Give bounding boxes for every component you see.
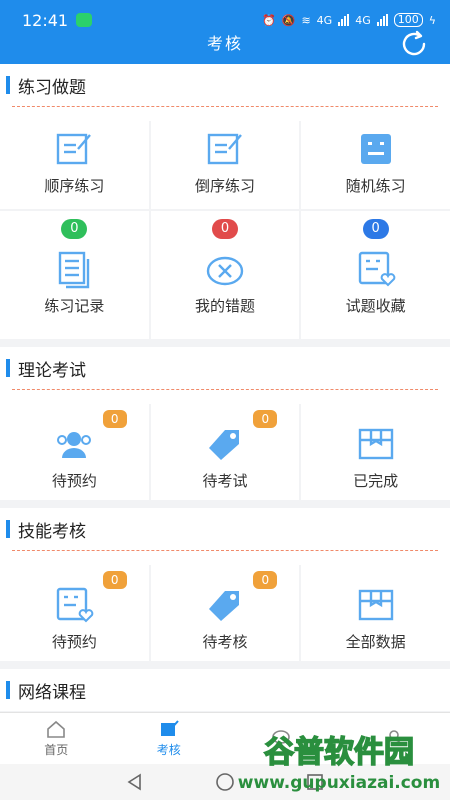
box-icon: [358, 589, 393, 621]
battery-indicator: 100: [393, 13, 423, 27]
cell-label: 练习记录: [44, 297, 105, 315]
theory-pending-exam-button[interactable]: 0 待考试: [150, 404, 300, 500]
section-title: 练习做题: [18, 77, 86, 98]
reverse-practice-button[interactable]: 倒序练习: [150, 121, 300, 209]
cell-label: 随机练习: [345, 177, 406, 195]
signal-icon-b: [376, 14, 388, 26]
theory-grid: 0 待预约 0 待考试 已完成: [0, 404, 450, 500]
theory-pending-booking-button[interactable]: 0 待预约: [0, 404, 149, 500]
section-title: 技能考核: [18, 521, 86, 542]
tag-icon: [208, 591, 239, 621]
skill-pending-booking-badge: 0: [102, 571, 127, 589]
box-icon: [358, 428, 393, 460]
section-accent-bar: [6, 76, 10, 94]
tab-profile[interactable]: [338, 713, 450, 764]
theory-completed-button[interactable]: 已完成: [301, 404, 450, 500]
exam-icon: [160, 720, 179, 736]
favorite-document-icon: [57, 587, 94, 623]
skill-grid: 0 待预约 0 待考核 全部数据: [0, 565, 450, 661]
wifi-icon: ≋: [301, 13, 311, 27]
charging-icon: ϟ: [428, 13, 436, 27]
section-practice: 练习做题 顺序练习 倒序练习 随机练习 0 练习记录 0 我的错题 0 试题收藏: [0, 64, 450, 339]
cell-label: 待预约: [51, 472, 97, 490]
status-indicators: ⏰ 🔕 ≋ 4G 4G 100 ϟ: [262, 13, 436, 27]
status-time: 12:41: [22, 10, 69, 30]
edit-document-icon: [57, 133, 92, 165]
cell-label: 试题收藏: [345, 297, 406, 315]
skill-all-data-button[interactable]: 全部数据: [301, 565, 450, 661]
system-nav-bar: [0, 764, 450, 800]
wrong-questions-button[interactable]: 0 我的错题: [150, 211, 300, 339]
signal-icon-a: [338, 14, 350, 26]
section-header-practice: 练习做题: [0, 64, 450, 106]
practice-record-count-badge: 0: [61, 219, 88, 239]
people-icon: [57, 432, 92, 458]
skill-pending-assessment-button[interactable]: 0 待考核: [150, 565, 300, 661]
section-online-course: 网络课程: [0, 669, 450, 711]
tab-message[interactable]: [225, 713, 338, 764]
cell-label: 待考试: [202, 472, 248, 490]
section-title: 理论考试: [18, 360, 86, 381]
favorite-questions-button[interactable]: 0 试题收藏: [301, 211, 450, 339]
home-nav-icon[interactable]: [215, 772, 235, 792]
section-header-online: 网络课程: [0, 669, 450, 711]
skill-pending-assessment-badge: 0: [253, 571, 278, 589]
section-theory-exam: 理论考试 0 待预约 0 待考试 已完成: [0, 347, 450, 500]
tab-home[interactable]: 首页: [0, 713, 113, 764]
main-content[interactable]: 练习做题 顺序练习 倒序练习 随机练习 0 练习记录 0 我的错题 0 试题收藏…: [0, 64, 450, 712]
app-header: 12:41 ⏰ 🔕 ≋ 4G 4G 100 ϟ 考核: [0, 0, 450, 64]
section-title: 网络课程: [18, 682, 86, 703]
section-accent-bar: [6, 520, 10, 538]
cell-label: 待预约: [51, 633, 97, 651]
section-header-theory: 理论考试: [0, 347, 450, 389]
profile-icon: [385, 729, 402, 746]
wechat-notification-icon: [76, 13, 93, 27]
sequential-practice-button[interactable]: 顺序练习: [0, 121, 149, 209]
message-icon: [272, 729, 291, 744]
home-icon: [47, 720, 66, 738]
random-practice-button[interactable]: 随机练习: [301, 121, 450, 209]
network-label-b: 4G: [355, 13, 371, 27]
cell-label: 已完成: [353, 472, 399, 490]
theory-pending-booking-badge: 0: [102, 410, 127, 428]
back-nav-icon[interactable]: [125, 772, 145, 792]
section-accent-bar: [6, 359, 10, 377]
recent-apps-nav-icon[interactable]: [305, 772, 325, 792]
page-title: 考核: [206, 34, 243, 53]
tag-icon: [208, 430, 239, 460]
favorite-questions-count-badge: 0: [362, 219, 389, 239]
section-skill-assessment: 技能考核 0 待预约 0 待考核 全部数据: [0, 508, 450, 661]
wrong-x-icon: [206, 256, 244, 286]
cell-label: 顺序练习: [44, 177, 105, 195]
skill-pending-booking-button[interactable]: 0 待预约: [0, 565, 149, 661]
cell-label: 我的错题: [194, 297, 255, 315]
tab-label: 考核: [156, 743, 181, 757]
mute-icon: 🔕: [281, 13, 296, 27]
practice-grid: 顺序练习 倒序练习 随机练习 0 练习记录 0 我的错题 0 试题收藏: [0, 121, 450, 339]
network-label-a: 4G: [316, 13, 333, 27]
dashed-divider: [12, 106, 438, 107]
cell-label: 倒序练习: [194, 177, 255, 195]
favorite-document-icon: [358, 251, 395, 287]
practice-record-button[interactable]: 0 练习记录: [0, 211, 149, 339]
wrong-questions-count-badge: 0: [211, 219, 238, 239]
tab-label: 首页: [44, 743, 69, 757]
section-accent-bar: [6, 681, 10, 699]
random-list-icon: [360, 134, 391, 164]
cell-label: 待考核: [202, 633, 248, 651]
cell-label: 全部数据: [345, 633, 406, 651]
theory-pending-exam-badge: 0: [253, 410, 278, 428]
section-header-skill: 技能考核: [0, 508, 450, 550]
edit-document-icon: [207, 133, 242, 165]
bottom-tab-bar: 首页 考核: [0, 712, 450, 764]
dashed-divider: [12, 389, 438, 390]
alarm-icon: ⏰: [262, 13, 276, 27]
record-list-icon: [59, 251, 90, 289]
tab-exam[interactable]: 考核: [113, 713, 226, 764]
dashed-divider: [12, 550, 438, 551]
refresh-icon[interactable]: [398, 28, 430, 60]
